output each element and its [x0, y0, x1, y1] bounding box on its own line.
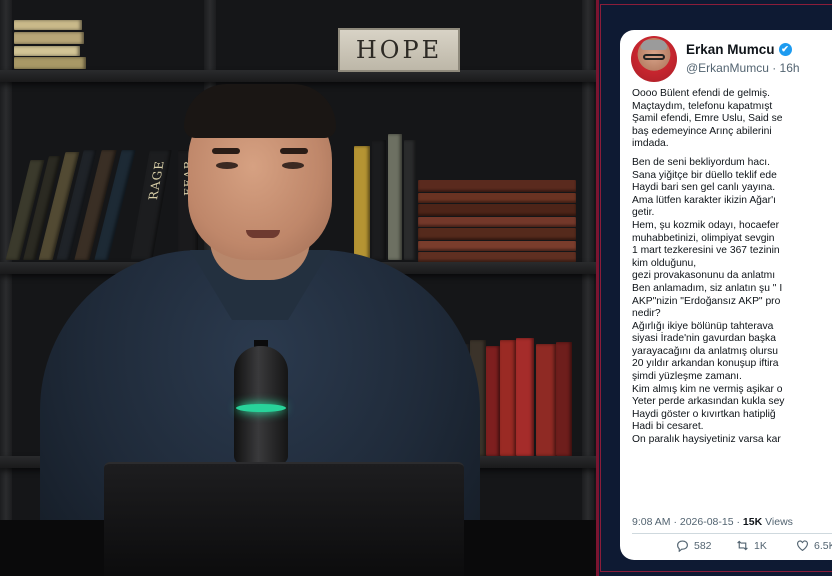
tweet-line: Yeter perde arkasından kukla sey	[632, 396, 785, 408]
retweet-button[interactable]: 1K	[736, 539, 767, 552]
tweet-line: Haydi göster o kıvırtkan hatipliğ	[632, 408, 776, 420]
book	[14, 20, 82, 30]
author-name[interactable]: Erkan Mumcu ✔	[686, 42, 792, 57]
tweet-line: Ama lütfen karakter ikizin Ağar'ı	[632, 194, 776, 206]
tweet-text: Oooo Bülent efendi de gelmiş. Maçtaydım, …	[632, 88, 832, 447]
book	[14, 57, 86, 69]
host-brow	[212, 148, 240, 154]
laptop	[104, 462, 464, 576]
hope-sign: HOPE	[338, 28, 460, 72]
reply-icon	[677, 540, 688, 552]
author-handle[interactable]: @ErkanMumcu · 16h	[686, 61, 800, 75]
shelf-upright	[582, 0, 594, 576]
tweet-line: Kim almış kim ne vermiş aşikar o	[632, 383, 783, 395]
shelf-upright	[0, 0, 12, 576]
tweet-line: yarayacağını da anlatmış olursu	[632, 345, 778, 357]
avatar-glasses	[643, 54, 665, 60]
verified-badge-icon: ✔	[778, 43, 792, 56]
tweet-line: AKP"nizin "Erdoğansız AKP" pro	[632, 295, 781, 307]
host-mouth	[246, 230, 280, 238]
tweet-line: nedir?	[632, 308, 661, 320]
tweet-line: Ben anlamadım, siz anlatın şu " I	[632, 282, 783, 294]
host-eye	[216, 162, 238, 169]
tweet-line: Ben de seni bekliyordum hacı.	[632, 156, 770, 168]
author-avatar[interactable]	[631, 36, 677, 82]
tweet-line: Maçtaydım, telefonu kapatmışt	[632, 100, 773, 112]
tweet-line: gezi provakasonunu da anlatmı	[632, 270, 776, 282]
tweet-line: muhabbetinizi, olimpiyat sevgin	[632, 232, 775, 244]
book	[500, 340, 516, 456]
tweet-line: baş edemeyince Arınç abilerini	[632, 125, 772, 137]
reply-button[interactable]: 582	[676, 539, 712, 552]
author-name-text: Erkan Mumcu	[686, 42, 775, 57]
tweet-line: 1 mart tezkeresini ve 367 tezinin	[632, 245, 780, 257]
host-brow	[280, 148, 308, 154]
avatar-hair	[641, 40, 667, 50]
tweet-line: Şamil efendi, Emre Uslu, Said se	[632, 113, 783, 125]
book	[14, 32, 84, 44]
tweet-line: siyasi İrade'nin gavurdan başka	[632, 333, 776, 345]
host-hair	[184, 84, 336, 138]
video-frame: HOPE RAGE FEAR	[0, 0, 596, 576]
retweet-icon	[737, 540, 748, 551]
book	[486, 346, 500, 456]
reply-count: 582	[694, 539, 712, 552]
tweet-meta: 9:08 AM · 2026-08-15 · 15K Views	[632, 516, 793, 528]
retweet-count: 1K	[754, 539, 767, 552]
tweet-line: Hem, şu kozmik odayı, hocaefer	[632, 219, 780, 231]
tweet-line: getir.	[632, 207, 655, 219]
tweet-line: Haydi bari sen gel canlı yayına.	[632, 182, 776, 194]
like-button[interactable]: 6.5K	[796, 539, 832, 552]
views-count: 15K	[742, 516, 763, 528]
tweet-line: şimdi yüzleşme zamanı.	[632, 371, 742, 383]
tweet-timestamp[interactable]: 9:08 AM · 2026-08-15 ·	[632, 516, 743, 528]
book	[536, 344, 556, 456]
shelf-board	[0, 70, 596, 82]
tweet-line: 20 yıldır arkandan konuşup iftira	[632, 358, 779, 370]
like-count: 6.5K	[814, 539, 832, 552]
book	[516, 338, 534, 456]
heart-icon	[797, 540, 808, 552]
book	[14, 46, 80, 56]
tweet-line: Oooo Bülent efendi de gelmiş.	[632, 88, 770, 99]
microphone-led-ring	[236, 404, 286, 412]
divider	[632, 533, 832, 534]
tweet-line: kim olduğunu,	[632, 257, 697, 269]
book	[556, 342, 572, 456]
views-label: Views	[762, 516, 793, 528]
tweet-line: Ağırlığı ikiye bölünüp tahterava	[632, 320, 774, 332]
tweet-line: imdada.	[632, 138, 669, 150]
tweet-card: Erkan Mumcu ✔ @ErkanMumcu · 16h Oooo Bül…	[620, 30, 832, 560]
host-eye	[282, 162, 304, 169]
tweet-line: Sana yiğitçe bir düello teklif ede	[632, 169, 777, 181]
tweet-line: On paralık haysiyetiniz varsa kar	[632, 434, 781, 446]
tweet-line: Hadi bi cesaret.	[632, 421, 704, 433]
tweet-actions: 582 1K 6.5K	[632, 539, 832, 557]
